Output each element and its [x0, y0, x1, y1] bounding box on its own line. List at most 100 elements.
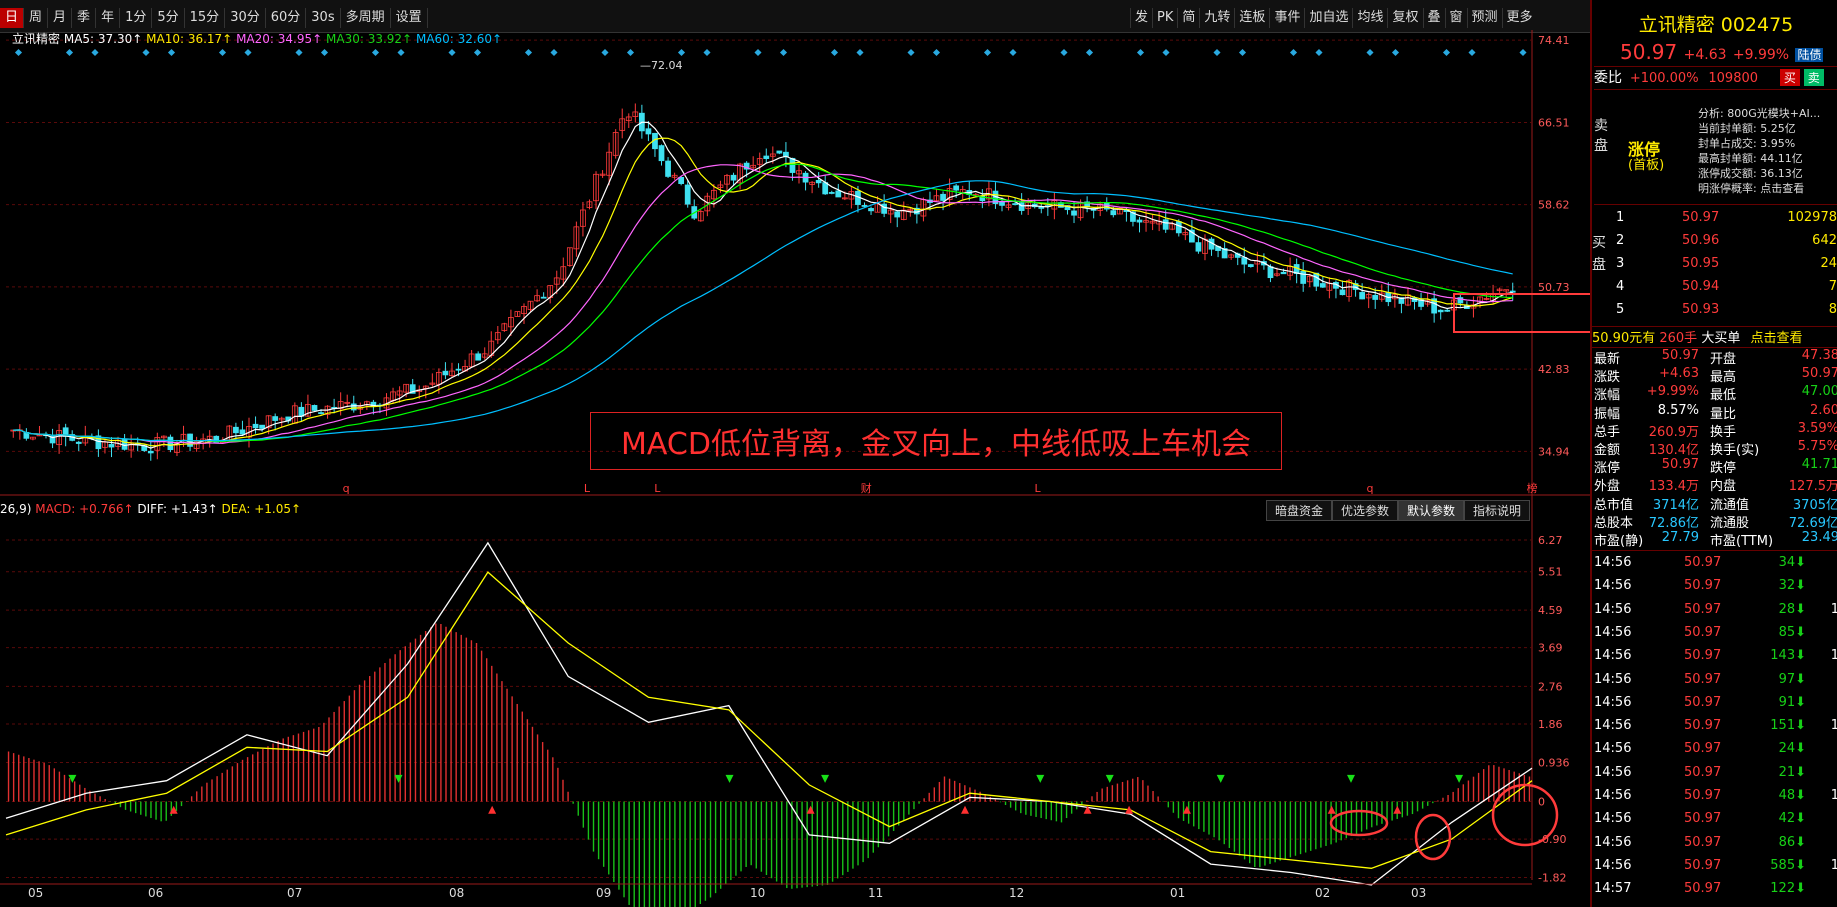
sell-side-label: 卖盘 [1594, 118, 1608, 154]
tick-time: 14:56 [1594, 811, 1632, 827]
buy-button[interactable]: 买 [1779, 69, 1800, 86]
tick-volume: 32⬇ [1778, 578, 1806, 594]
bid-volume: 24 [1820, 256, 1837, 271]
stat-label: 流通股 [1710, 515, 1750, 531]
tick-volume: 122⬇ [1770, 881, 1806, 897]
bid-volume: 102978 [1787, 210, 1837, 225]
tick-time: 14:56 [1594, 624, 1632, 640]
price-tick-label: 42.83 [1538, 363, 1570, 376]
cross-arrow [1393, 805, 1402, 814]
stat-label: 换手(实) [1710, 443, 1760, 458]
tick-list: 14:56 50.97 34⬇ 14:56 50.97 32⬇ 14:56 50.97 28⬇ 1… [1592, 550, 1837, 896]
event-marker[interactable]: L [1034, 482, 1041, 495]
tick-time: 14:56 [1594, 788, 1632, 803]
candle-body [1372, 294, 1379, 300]
stat-label: 最高 [1710, 370, 1737, 386]
tick-row: 14:56 50.97 585⬇ 1 [1592, 858, 1837, 879]
candle-body [147, 450, 154, 454]
bid-row[interactable]: 5 50.93 8 [1592, 302, 1837, 323]
big-order-link[interactable]: 点击查看 [1750, 331, 1802, 346]
dark-money-button[interactable]: 暗盘资金 [1266, 500, 1333, 521]
candle-body [1071, 210, 1077, 216]
date-tick-label: 12 [1009, 886, 1024, 900]
macd-params: 26,9) [0, 502, 32, 516]
tick-time: 14:56 [1594, 601, 1632, 617]
cross-arrow [1347, 774, 1355, 783]
candle-body [828, 192, 835, 194]
signal-diamond [1315, 48, 1323, 57]
weibi-value: +100.00% [1629, 71, 1699, 86]
tick-time: 14:56 [1594, 718, 1632, 734]
date-tick-label: 08 [449, 886, 464, 900]
big-order-price: 50.90元有 [1592, 331, 1656, 346]
bid-row[interactable]: 4 50.94 7 [1592, 279, 1837, 300]
bid-row[interactable]: 3 50.95 24 [1592, 256, 1837, 277]
tick-price: 50.97 [1684, 834, 1722, 850]
stat-value: 130.4亿 [1648, 443, 1699, 458]
bid-price: 50.93 [1682, 302, 1720, 317]
tick-volume: 34⬇ [1778, 555, 1806, 570]
big-order-row: 50.90元有 260手 大买单 点击查看 [1592, 326, 1837, 348]
signal-diamond [601, 48, 609, 57]
event-marker[interactable]: q [1366, 482, 1373, 495]
tick-time: 14:56 [1594, 555, 1632, 570]
macd-tick-label: 0 [1538, 796, 1545, 809]
candle-body [1136, 219, 1143, 223]
date-tick-label: 09 [596, 886, 611, 900]
analysis-line: 当前封单额: 5.25亿 [1698, 122, 1796, 135]
signal-diamond [1213, 48, 1221, 57]
limit-analysis: 分析: 800G光模块+AI... 当前封单额: 5.25亿 封单占成交: 3.95… [1698, 106, 1820, 196]
event-marker[interactable]: q [343, 482, 350, 495]
bid-row[interactable]: 1 50.97 102978 [1592, 210, 1837, 231]
candle-body [1195, 242, 1202, 252]
preferred-params-button[interactable]: 优选参数 [1332, 500, 1399, 521]
signal-diamond [1162, 48, 1170, 57]
price-tick-label: 58.62 [1538, 199, 1570, 212]
price-tick-label: 50.73 [1538, 281, 1570, 294]
macd-line-diff [5, 541, 1533, 886]
signal-diamond [626, 48, 635, 57]
bid-row[interactable]: 2 50.96 642 [1592, 233, 1837, 254]
tick-price: 50.97 [1684, 741, 1722, 757]
weibi-row: 委比 +100.00% 109800 买 卖 [1594, 66, 1837, 90]
default-params-button[interactable]: 默认参数 [1398, 500, 1465, 521]
stat-value: 127.5万 [1788, 479, 1837, 495]
weibi-volume: 109800 [1708, 71, 1759, 86]
stats-row: 总市值 3714亿 流通值 3705亿 [1592, 494, 1837, 513]
stat-label: 振幅 [1594, 406, 1621, 422]
limit-up-box: 卖盘 涨停 (首板) 分析: 800G光模块+AI... 当前封单额: 5.25亿… [1594, 92, 1837, 205]
signal-diamond [1366, 48, 1374, 57]
candle-body [1509, 290, 1516, 293]
bid-level: 2 [1616, 233, 1625, 248]
tick-time: 14:56 [1594, 694, 1632, 710]
signal-diamond [371, 48, 380, 57]
tick-row: 14:56 50.97 85⬇ [1592, 625, 1837, 646]
tick-count: 1 [1830, 718, 1837, 734]
highlight-box [1453, 293, 1590, 333]
stat-label: 内盘 [1710, 479, 1737, 495]
indicator-help-button[interactable]: 指标说明 [1464, 500, 1531, 521]
price-tick-label: 74.41 [1538, 34, 1570, 47]
ma-line-ma30 [13, 163, 1513, 443]
tick-price: 50.97 [1684, 578, 1722, 594]
date-tick-label: 07 [287, 886, 302, 900]
signal-diamond [703, 48, 711, 57]
macd-tick-label: 0.936 [1538, 756, 1570, 769]
event-marker[interactable]: 榜 [1527, 481, 1538, 495]
tick-volume: 91⬇ [1778, 694, 1806, 710]
stats-row: 金额 130.4亿 换手(实) 5.75% [1592, 439, 1837, 458]
event-marker[interactable]: L [584, 482, 591, 495]
candle-body [252, 423, 259, 429]
event-marker[interactable]: L [654, 482, 661, 495]
event-marker[interactable]: 财 [861, 481, 872, 495]
sell-button[interactable]: 卖 [1803, 69, 1824, 86]
big-order-label: 大买单 [1701, 331, 1741, 346]
stat-value: 260.9万 [1648, 424, 1699, 440]
tick-count: 1 [1830, 788, 1837, 803]
analysis-line[interactable]: 明涨停概率: 点击查看 [1698, 181, 1820, 196]
tick-time: 14:56 [1594, 741, 1632, 757]
macd-toolbar: 暗盘资金 优选参数 默认参数 指标说明 [1266, 500, 1531, 521]
analysis-line: 涨停成交额: 36.13亿 [1698, 167, 1803, 180]
date-tick-label: 05 [28, 886, 43, 900]
annotation-text: MACD低位背离，金叉向上，中线低吸上车机会 [621, 427, 1251, 462]
